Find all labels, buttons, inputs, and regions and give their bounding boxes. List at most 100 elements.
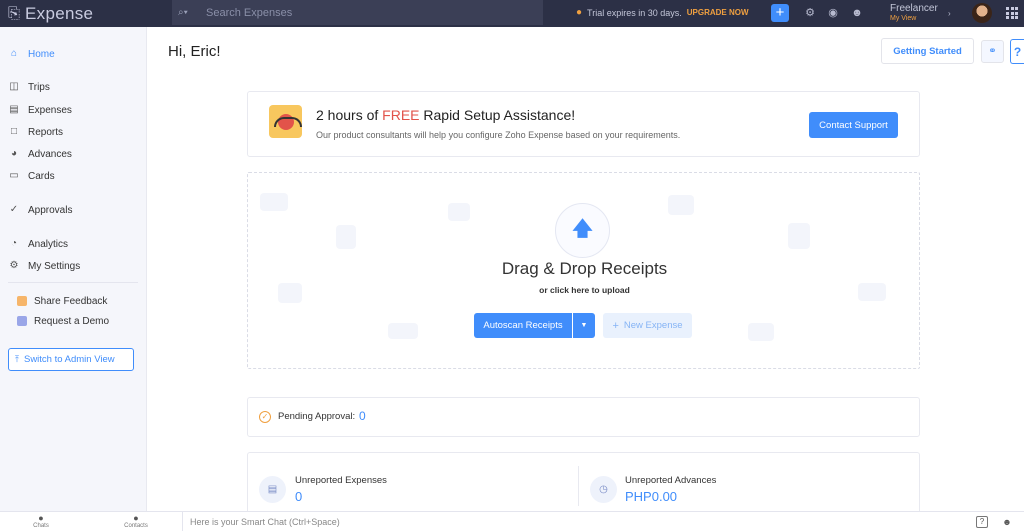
expenses-icon: ▤ (9, 104, 19, 115)
bottom-bar: ● Chats ● Contacts Here is your Smart Ch… (0, 511, 1024, 531)
smart-chat-input[interactable]: Here is your Smart Chat (Ctrl+Space) (182, 512, 972, 531)
reports-icon: □ (10, 126, 18, 137)
decorative-receipt (388, 323, 418, 339)
settings-icon: ⚙ (9, 260, 19, 271)
org-view: My View (890, 15, 917, 22)
analytics-icon: ◔ (10, 238, 18, 249)
sidebar-item-label: Advances (28, 148, 72, 160)
pending-approval-count[interactable]: 0 (359, 409, 366, 423)
switch-admin-view-label: Switch to Admin View (23, 354, 115, 365)
headset-icon (269, 105, 302, 138)
sidebar-divider (8, 282, 138, 283)
trial-banner: ● Trial expires in 30 days. UPGRADE NOW (576, 7, 749, 18)
decorative-receipt (260, 193, 288, 211)
sidebar-item-label: Approvals (28, 204, 73, 216)
upload-arrow-icon: 🡅 (572, 217, 593, 240)
search-bar[interactable]: ⌕▾ (172, 0, 543, 25)
upload-circle: 🡅 (555, 203, 610, 258)
avatar[interactable] (972, 3, 992, 23)
contacts-label: Contacts (124, 523, 148, 529)
sidebar-item-label: My Settings (28, 260, 81, 272)
decorative-receipt (788, 223, 810, 249)
chevron-right-icon[interactable]: › (948, 9, 951, 18)
help-button[interactable]: ? (1010, 39, 1024, 64)
chevron-down-icon[interactable]: ▼ (573, 313, 595, 338)
receipt-icon: ▤ (259, 476, 286, 503)
unreported-advances-label: Unreported Advances (625, 475, 717, 486)
sidebar-item-home[interactable]: ⌂ Home (8, 47, 55, 61)
top-bar: ⎘ Expense ⌕▾ ● Trial expires in 30 days.… (0, 0, 1024, 27)
sidebar-item-analytics[interactable]: ◔ Analytics (8, 237, 68, 251)
advances-icon: ◕ (10, 148, 18, 159)
plus-icon: + (612, 319, 619, 332)
request-demo-label: Request a Demo (34, 315, 110, 327)
upgrade-link[interactable]: UPGRADE NOW (687, 8, 749, 17)
contact-support-button[interactable]: Contact Support (809, 112, 898, 138)
decorative-receipt (748, 323, 774, 341)
search-icon[interactable]: ⌕▾ (178, 6, 198, 20)
app-name: Expense (25, 3, 94, 23)
demo-icon (17, 316, 27, 326)
decorative-receipt (336, 225, 356, 249)
cards-icon: ▭ (9, 170, 19, 181)
switch-admin-view-button[interactable]: ⤒ Switch to Admin View (8, 348, 134, 371)
sidebar-item-label: Home (28, 48, 55, 60)
binoculars-icon[interactable]: ⚭ (981, 40, 1004, 63)
chats-label: Chats (33, 523, 49, 529)
share-feedback-link[interactable]: Share Feedback (8, 291, 138, 311)
unreported-expenses-value[interactable]: 0 (295, 489, 302, 504)
sidebar-item-label: Reports (28, 126, 64, 138)
sidebar-item-reports[interactable]: □ Reports (8, 125, 63, 139)
app-logo[interactable]: ⎘ Expense (0, 4, 170, 24)
home-icon: ⌂ (10, 48, 18, 59)
referral-icon[interactable]: ☻ (850, 6, 864, 20)
assistance-title: 2 hours of FREE Rapid Setup Assistance! (316, 107, 576, 123)
settings-gear-icon[interactable]: ⚙ (803, 6, 817, 20)
apps-grid-icon[interactable] (1006, 7, 1018, 19)
sidebar-promo: Share Feedback Request a Demo (8, 291, 138, 339)
request-demo-link[interactable]: Request a Demo (8, 311, 138, 331)
autoscan-receipts-button[interactable]: Autoscan Receipts (474, 313, 572, 338)
new-expense-label: New Expense (623, 320, 683, 331)
bulb-icon: ● (576, 7, 583, 18)
divider (578, 466, 579, 506)
sidebar-item-expenses[interactable]: ▤ Expenses (8, 103, 72, 117)
search-input[interactable] (206, 6, 506, 19)
sidebar-item-advances[interactable]: ◕ Advances (8, 147, 72, 161)
decorative-receipt (668, 195, 694, 215)
sidebar-item-label: Cards (28, 170, 55, 182)
contacts-button[interactable]: ● Contacts (118, 513, 154, 529)
advances-clock-icon: ◷ (590, 476, 617, 503)
org-name: Freelancer (890, 3, 938, 14)
page-title: Hi, Eric! (168, 43, 221, 60)
sidebar: ⌂ Home ◫ Trips ▤ Expenses □ Reports ◕ Ad… (0, 27, 147, 511)
feedback-icon (17, 296, 27, 306)
pending-approval-card: ✓ Pending Approval: 0 (247, 397, 920, 437)
sidebar-item-approvals[interactable]: ✓ Approvals (8, 203, 73, 217)
expense-logo-icon: ⎘ (8, 5, 21, 22)
main-content: Hi, Eric! Getting Started ⚭ ? 2 hours of… (148, 27, 1024, 522)
getting-started-button[interactable]: Getting Started (881, 38, 974, 64)
notifications-bell-icon[interactable]: ◉ (826, 6, 840, 20)
share-feedback-label: Share Feedback (34, 295, 108, 307)
dropzone-upload-link[interactable]: or click here to upload (248, 285, 921, 295)
assistance-subtitle: Our product consultants will help you co… (316, 130, 681, 140)
decorative-receipt (448, 203, 470, 221)
new-expense-button[interactable]: + New Expense (603, 313, 692, 338)
sidebar-item-label: Trips (28, 81, 50, 93)
check-circle-icon: ✓ (259, 411, 271, 423)
receipt-dropzone[interactable]: 🡅 Drag & Drop Receipts or click here to … (247, 172, 920, 369)
quick-create-button[interactable]: + (771, 4, 789, 22)
trial-text: Trial expires in 30 days. (587, 7, 682, 18)
sidebar-item-cards[interactable]: ▭ Cards (8, 169, 55, 183)
sidebar-item-my-settings[interactable]: ⚙ My Settings (8, 259, 81, 273)
help-question-icon[interactable]: ? (976, 516, 988, 528)
accessibility-icon[interactable]: ☻ (1001, 516, 1013, 528)
sidebar-item-trips[interactable]: ◫ Trips (8, 80, 50, 94)
sidebar-item-label: Analytics (28, 238, 69, 250)
unreported-advances-value[interactable]: PHP0.00 (625, 489, 677, 504)
chats-button[interactable]: ● Chats (23, 513, 59, 529)
pending-approval-label: Pending Approval: (278, 411, 356, 422)
org-switcher[interactable]: Freelancer My View (890, 3, 938, 22)
unreported-expenses-label: Unreported Expenses (295, 475, 387, 486)
